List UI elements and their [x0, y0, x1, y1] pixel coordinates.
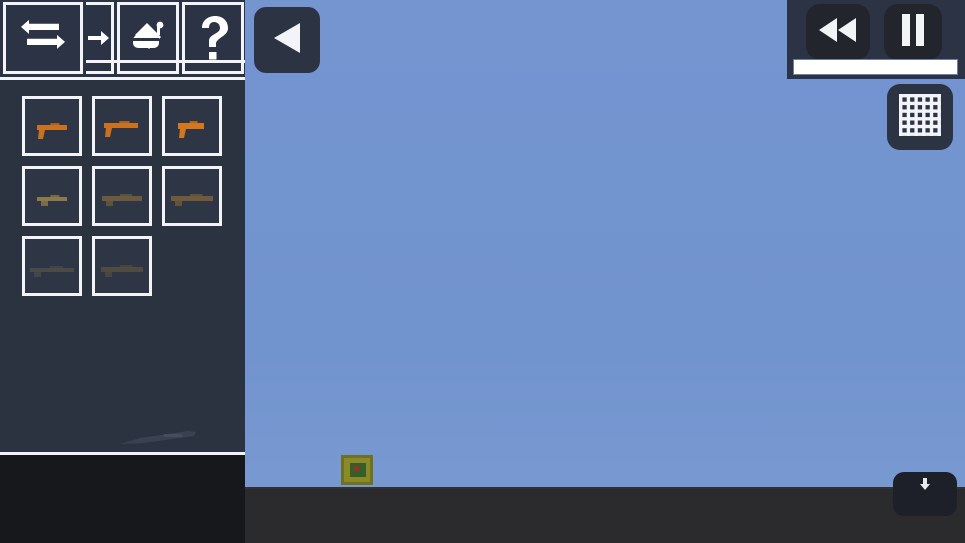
inventory-slot[interactable] — [92, 166, 152, 226]
paint-bucket-icon — [127, 17, 169, 59]
sidebar-tabstrip — [0, 0, 245, 80]
inventory-slot[interactable] — [92, 96, 152, 156]
download-arrow-icon — [919, 478, 931, 497]
sniper-rifle-sprite — [30, 266, 74, 277]
inventory-slot[interactable] — [22, 166, 82, 226]
assault-rifle-sprite — [102, 194, 142, 206]
play-back-triangle-icon — [271, 21, 303, 60]
pistol-sprite — [37, 123, 67, 139]
arrow-right-icon — [87, 28, 110, 48]
swap-arrows-icon — [19, 18, 67, 58]
tabstrip-divider — [0, 77, 245, 80]
grid-overlay-icon — [899, 93, 941, 141]
left-sidebar: Clear everything Clear living — [0, 0, 245, 543]
back-button[interactable] — [254, 7, 320, 73]
shotgun-sprite — [101, 265, 143, 277]
rewind-double-arrow-icon — [818, 17, 858, 48]
entity-marker — [354, 466, 359, 471]
submachine-gun-sprite — [104, 121, 138, 137]
collapse-button[interactable] — [893, 472, 957, 516]
timeline-progress[interactable] — [793, 59, 958, 75]
rewind-button[interactable] — [806, 4, 870, 60]
inventory-slot[interactable] — [22, 236, 82, 296]
grid-toggle-button[interactable] — [887, 84, 953, 150]
sawed-off-shotgun-sprite — [178, 121, 204, 138]
sidebar-item-paint[interactable] — [117, 2, 179, 74]
pause-bars-icon — [900, 13, 926, 52]
tabstrip-divider-inner — [86, 60, 245, 63]
inventory-slot[interactable] — [92, 236, 152, 296]
timeline-progress-fill — [794, 60, 957, 74]
carbine-sprite — [37, 195, 67, 206]
item-grid — [22, 96, 222, 306]
inventory-slot[interactable] — [162, 96, 222, 156]
battle-rifle-sprite — [171, 194, 213, 206]
inventory-slot[interactable] — [22, 96, 82, 156]
inventory-slot[interactable] — [162, 166, 222, 226]
crate-entity[interactable] — [341, 455, 373, 485]
dropped-rifle-sprite[interactable] — [118, 429, 198, 447]
pause-button[interactable] — [884, 4, 942, 60]
entity-core — [350, 463, 366, 477]
question-mark-icon — [196, 15, 230, 61]
sidebar-item-help[interactable] — [182, 2, 244, 74]
game-screen: Clear everything Clear living — [0, 0, 965, 543]
sidebar-footer: Clear everything Clear living — [0, 455, 245, 543]
sidebar-item-next[interactable] — [86, 2, 114, 74]
sidebar-item-swap[interactable] — [3, 2, 83, 74]
